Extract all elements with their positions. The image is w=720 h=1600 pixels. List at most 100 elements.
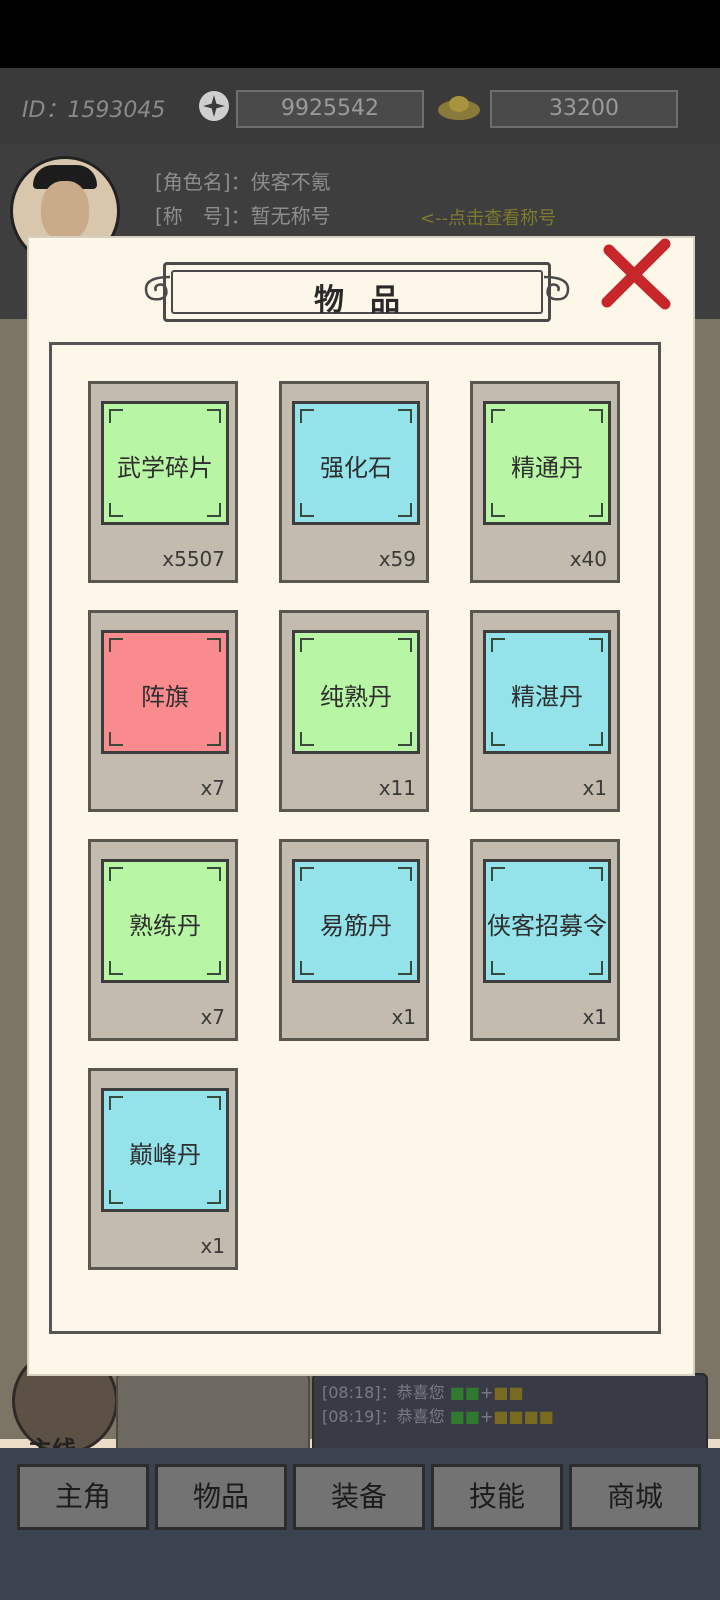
- top-bar: ID：1593045 9925542 33200: [0, 68, 720, 144]
- corner-bracket-icon: [398, 867, 412, 881]
- item-icon: 侠客招募令: [483, 859, 611, 983]
- item-icon: 熟练丹: [101, 859, 229, 983]
- item-card[interactable]: 纯熟丹 x11: [279, 610, 429, 812]
- corner-bracket-icon: [207, 409, 221, 423]
- item-card[interactable]: 易筋丹 x1: [279, 839, 429, 1041]
- corner-bracket-icon: [491, 732, 505, 746]
- corner-bracket-icon: [207, 867, 221, 881]
- item-card[interactable]: 侠客招募令 x1: [470, 839, 620, 1041]
- item-icon: 强化石: [292, 401, 420, 525]
- corner-bracket-icon: [300, 638, 314, 652]
- corner-bracket-icon: [207, 1096, 221, 1110]
- corner-bracket-icon: [491, 503, 505, 517]
- nav-items-button[interactable]: 物品: [155, 1464, 287, 1530]
- items-modal: 物品 武学碎片 x5507 强化石 x59 精通丹 x40 阵旗 x7 纯熟丹 x11 精湛丹 x1 熟…: [27, 236, 695, 1376]
- chat-panel: [08:18]：恭喜您 ■■+■■ [08:19]：恭喜您 ■■+■■■■: [312, 1373, 708, 1457]
- nav-equipment-button[interactable]: 装备: [293, 1464, 425, 1530]
- chat-line: [08:18]：恭喜您 ■■+■■: [322, 1383, 524, 1402]
- corner-bracket-icon: [589, 503, 603, 517]
- corner-bracket-icon: [589, 961, 603, 975]
- item-name: 熟练丹: [129, 912, 201, 940]
- corner-bracket-icon: [589, 409, 603, 423]
- item-name: 侠客招募令: [487, 912, 607, 940]
- item-icon: 武学碎片: [101, 401, 229, 525]
- item-card[interactable]: 强化石 x59: [279, 381, 429, 583]
- item-name: 强化石: [320, 454, 392, 482]
- character-title: [称 号]：暂无称号: [155, 204, 331, 228]
- corner-bracket-icon: [300, 409, 314, 423]
- corner-bracket-icon: [207, 503, 221, 517]
- corner-bracket-icon: [589, 732, 603, 746]
- close-icon[interactable]: [599, 238, 673, 312]
- modal-title-banner: 物品: [144, 262, 570, 322]
- player-id: ID：1593045: [22, 98, 166, 123]
- corner-bracket-icon: [109, 638, 123, 652]
- item-icon: 精通丹: [483, 401, 611, 525]
- item-name: 纯熟丹: [320, 683, 392, 711]
- corner-bracket-icon: [491, 867, 505, 881]
- corner-bracket-icon: [589, 867, 603, 881]
- item-name: 阵旗: [141, 683, 189, 711]
- corner-bracket-icon: [491, 409, 505, 423]
- corner-bracket-icon: [398, 638, 412, 652]
- item-icon: 易筋丹: [292, 859, 420, 983]
- bottom-nav: 主角 物品 装备 技能 商城: [0, 1448, 720, 1600]
- nav-skills-button[interactable]: 技能: [431, 1464, 563, 1530]
- items-grid: 武学碎片 x5507 强化石 x59 精通丹 x40 阵旗 x7 纯熟丹 x11 精湛丹 x1 熟练丹 x…: [49, 342, 661, 1334]
- item-card[interactable]: 武学碎片 x5507: [88, 381, 238, 583]
- item-card[interactable]: 阵旗 x7: [88, 610, 238, 812]
- corner-bracket-icon: [491, 638, 505, 652]
- corner-bracket-icon: [300, 867, 314, 881]
- item-card[interactable]: 精通丹 x40: [470, 381, 620, 583]
- item-card[interactable]: 精湛丹 x1: [470, 610, 620, 812]
- item-name: 易筋丹: [320, 912, 392, 940]
- corner-bracket-icon: [109, 961, 123, 975]
- info-box: [116, 1373, 310, 1457]
- coin-icon: [199, 91, 229, 121]
- item-count: x5507: [162, 547, 225, 571]
- gold-ingot-icon: [438, 96, 480, 120]
- corner-bracket-icon: [398, 409, 412, 423]
- swirl-ornament-icon: [543, 275, 570, 301]
- corner-bracket-icon: [207, 1190, 221, 1204]
- corner-bracket-icon: [109, 732, 123, 746]
- item-icon: 阵旗: [101, 630, 229, 754]
- corner-bracket-icon: [491, 961, 505, 975]
- corner-bracket-icon: [398, 961, 412, 975]
- item-name: 巅峰丹: [129, 1141, 201, 1169]
- chat-line: [08:19]：恭喜您 ■■+■■■■: [322, 1407, 554, 1426]
- item-card[interactable]: 巅峰丹 x1: [88, 1068, 238, 1270]
- corner-bracket-icon: [300, 732, 314, 746]
- item-icon: 精湛丹: [483, 630, 611, 754]
- corner-bracket-icon: [109, 1096, 123, 1110]
- nav-shop-button[interactable]: 商城: [569, 1464, 701, 1530]
- corner-bracket-icon: [109, 409, 123, 423]
- corner-bracket-icon: [398, 732, 412, 746]
- item-count: x1: [582, 776, 607, 800]
- item-count: x7: [200, 1005, 225, 1029]
- item-count: x1: [200, 1234, 225, 1258]
- corner-bracket-icon: [207, 961, 221, 975]
- corner-bracket-icon: [300, 503, 314, 517]
- item-count: x7: [200, 776, 225, 800]
- modal-title: 物品: [314, 283, 426, 318]
- character-name: [角色名]：侠客不氪: [155, 170, 331, 194]
- corner-bracket-icon: [207, 732, 221, 746]
- nav-hero-button[interactable]: 主角: [17, 1464, 149, 1530]
- item-card[interactable]: 熟练丹 x7: [88, 839, 238, 1041]
- item-count: x1: [582, 1005, 607, 1029]
- view-title-link[interactable]: <--点击查看称号: [420, 204, 556, 230]
- item-count: x59: [378, 547, 416, 571]
- coin-amount: 9925542: [236, 90, 424, 128]
- item-count: x1: [391, 1005, 416, 1029]
- corner-bracket-icon: [207, 638, 221, 652]
- corner-bracket-icon: [398, 503, 412, 517]
- ingot-amount: 33200: [490, 90, 678, 128]
- item-name: 精通丹: [511, 454, 583, 482]
- item-name: 精湛丹: [511, 683, 583, 711]
- corner-bracket-icon: [109, 867, 123, 881]
- item-icon: 巅峰丹: [101, 1088, 229, 1212]
- item-icon: 纯熟丹: [292, 630, 420, 754]
- corner-bracket-icon: [589, 638, 603, 652]
- corner-bracket-icon: [109, 503, 123, 517]
